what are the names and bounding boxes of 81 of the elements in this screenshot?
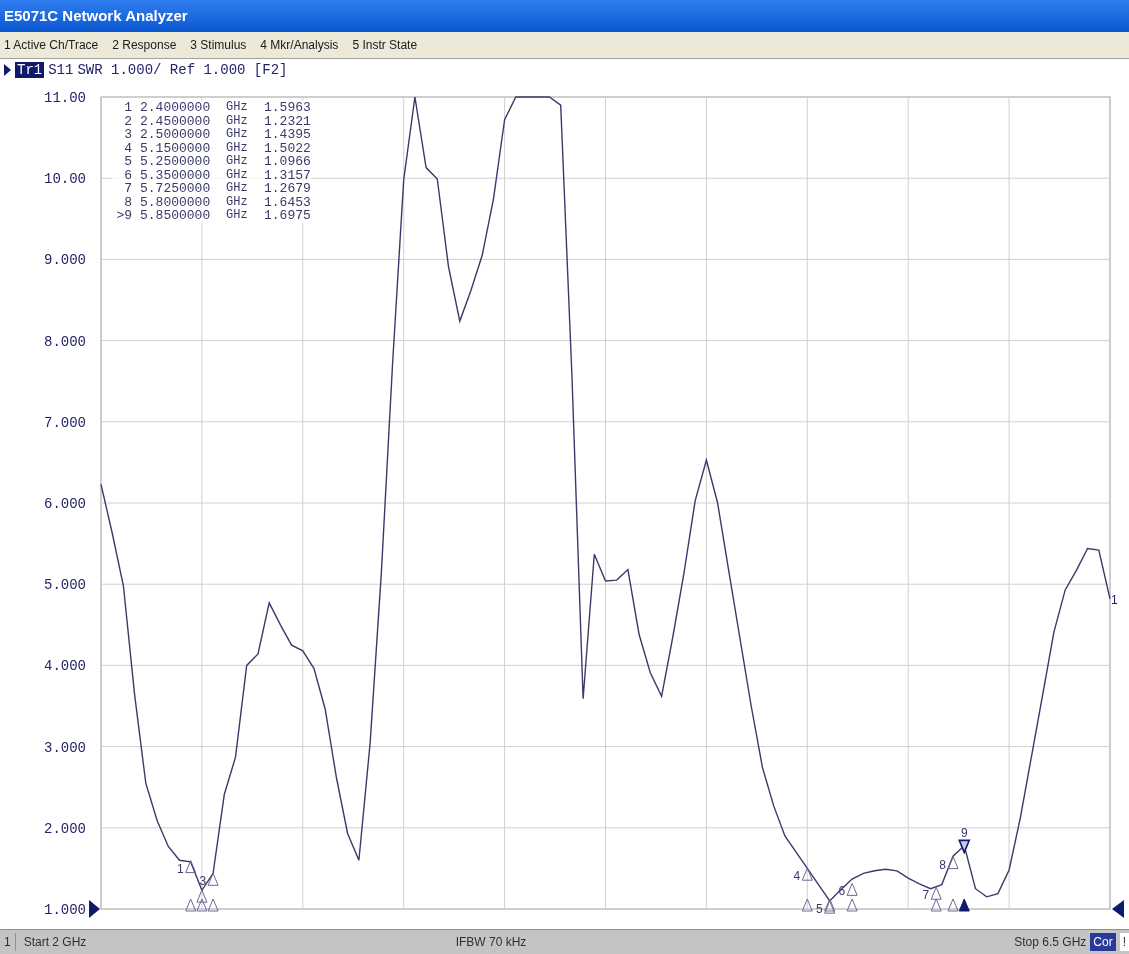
marker-label: 8 xyxy=(939,857,947,872)
marker-frequency: 5.3500000 xyxy=(140,168,212,182)
marker-number: 1 xyxy=(123,101,133,115)
marker-label: 1 xyxy=(177,861,184,876)
y-tick-label: 7.000 xyxy=(44,414,86,431)
menu-item[interactable]: 2 Response xyxy=(112,36,177,54)
trace-settings: SWR 1.000/ Ref 1.000 [F2] xyxy=(77,60,288,80)
marker-unit: GHz xyxy=(226,182,249,196)
marker-label: 9 xyxy=(960,826,968,841)
marker-value: 1.2679 xyxy=(264,182,311,196)
marker-frequency: 5.1500000 xyxy=(140,141,212,155)
marker-frequency: 5.8500000 xyxy=(140,209,212,223)
trace-pointer-icon xyxy=(4,64,11,76)
menu-item[interactable]: 5 Instr State xyxy=(352,36,418,54)
marker-unit: GHz xyxy=(226,128,249,142)
marker-frequency: 5.8000000 xyxy=(140,195,212,209)
marker-value: 1.3157 xyxy=(264,168,311,182)
marker-axis-icon xyxy=(958,898,970,912)
marker-unit: GHz xyxy=(226,168,249,182)
marker-value: 1.0966 xyxy=(264,155,311,169)
marker-label: 7 xyxy=(922,888,930,903)
trace-parameter: S11 xyxy=(48,60,74,80)
marker-axis-icon xyxy=(185,898,197,912)
trace-label[interactable]: Tr1 xyxy=(15,62,45,78)
marker-axis-icon xyxy=(801,898,813,912)
stop-frequency: Stop 6.5 GHz xyxy=(1014,934,1088,951)
marker-frequency: 2.5000000 xyxy=(140,128,212,142)
y-tick-label: 5.000 xyxy=(44,577,86,594)
marker-number: 2 xyxy=(123,114,133,128)
y-tick-label: 9.000 xyxy=(44,252,86,269)
window-title: E5071C Network Analyzer xyxy=(4,5,188,26)
y-tick-label: 3.000 xyxy=(44,739,86,756)
channel-number: 1 xyxy=(0,933,16,951)
marker-value: 1.4395 xyxy=(264,128,311,142)
marker-frequency: 5.2500000 xyxy=(140,155,212,169)
marker-frequency: 2.4500000 xyxy=(140,114,212,128)
marker-number: >9 xyxy=(115,209,133,223)
marker-number: 6 xyxy=(123,168,133,182)
y-tick-label: 2.000 xyxy=(44,820,86,837)
marker-label: 3 xyxy=(199,874,207,889)
reference-right-icon xyxy=(1112,900,1124,918)
marker-value: 1.5963 xyxy=(264,101,311,115)
marker-value: 1.5022 xyxy=(264,141,311,155)
marker-number: 3 xyxy=(123,128,133,142)
marker-value: 1.2321 xyxy=(264,114,311,128)
trace-end-label: 1 xyxy=(1111,592,1118,607)
marker-number: 4 xyxy=(123,141,133,155)
marker-unit: GHz xyxy=(226,101,249,115)
y-tick-label: 11.00 xyxy=(44,90,86,106)
marker-label: 4 xyxy=(793,869,801,884)
marker-unit: GHz xyxy=(226,209,249,223)
marker-number: 7 xyxy=(123,182,133,196)
status-flag: ! xyxy=(1119,933,1129,951)
marker-axis-icon xyxy=(207,898,219,912)
correction-badge: Cor xyxy=(1090,933,1116,951)
y-tick-label: 1.000 xyxy=(44,902,86,918)
marker-axis-icon xyxy=(947,898,959,912)
marker-value: 1.6975 xyxy=(264,209,311,223)
marker-axis-icon xyxy=(930,898,942,912)
marker-value: 1.6453 xyxy=(264,195,311,209)
marker-number: 8 xyxy=(123,195,133,209)
y-tick-label: 6.000 xyxy=(44,496,86,512)
menu-item[interactable]: 3 Stimulus xyxy=(190,36,247,54)
menu-item[interactable]: 1 Active Ch/Trace xyxy=(4,36,99,54)
marker-unit: GHz xyxy=(226,114,249,128)
marker-frequency: 2.4000000 xyxy=(140,101,212,115)
y-tick-label: 8.000 xyxy=(44,333,86,350)
y-tick-label: 10.00 xyxy=(44,171,86,188)
marker-axis-icon xyxy=(846,898,858,912)
marker-unit: GHz xyxy=(226,155,249,169)
if-bandwidth: IFBW 70 kHz xyxy=(455,934,528,951)
menu-item[interactable]: 4 Mkr/Analysis xyxy=(260,36,339,54)
marker-unit: GHz xyxy=(226,141,249,155)
marker-axis-icon xyxy=(196,898,208,912)
marker-number: 5 xyxy=(123,155,133,169)
start-frequency: Start 2 GHz xyxy=(22,934,88,951)
reference-left-icon xyxy=(89,900,100,918)
marker-unit: GHz xyxy=(226,195,249,209)
marker-frequency: 5.7250000 xyxy=(140,182,212,196)
y-tick-label: 4.000 xyxy=(44,658,86,675)
marker-label: 5 xyxy=(816,902,823,917)
